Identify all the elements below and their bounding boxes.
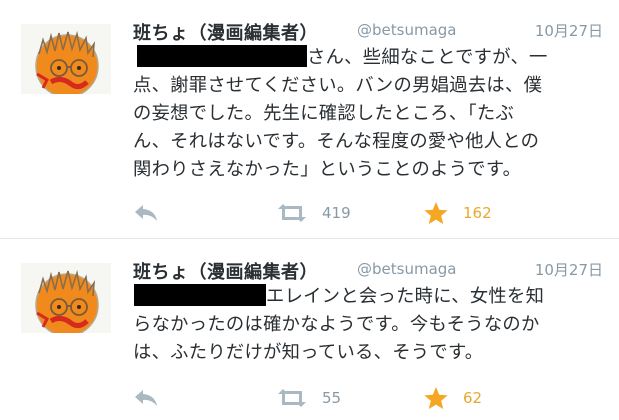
redacted-mention bbox=[137, 45, 307, 67]
tweet-text-line: らなかったのは確かなようです。今もそうなのか bbox=[133, 314, 540, 335]
tweet-header: 班ちょ（漫画編集者） @betsumaga 10月27日 bbox=[133, 255, 603, 285]
tweet-text-line: は、ふたりだけが知っている、そうです。 bbox=[133, 342, 484, 363]
favorite-count: 62 bbox=[463, 389, 483, 407]
tweet-text-line: 点、謝罪させてください。バンの男娼過去は、僕 bbox=[133, 75, 543, 96]
tweet-text-line: 関わりさえなかった」ということのようです。 bbox=[133, 159, 522, 180]
retweet-button[interactable]: 55 bbox=[276, 385, 341, 411]
reply-icon bbox=[135, 390, 157, 406]
retweet-count: 55 bbox=[322, 389, 342, 407]
tweet-text-line: ん、それはないです。そんな程度の愛や他人との bbox=[133, 131, 540, 152]
tweet-actions: 55 62 bbox=[133, 385, 533, 411]
tweet-text-segment: エレインと会った時に、女性を知 bbox=[266, 286, 545, 307]
favorite-button[interactable]: 62 bbox=[423, 385, 482, 411]
avatar[interactable] bbox=[21, 263, 111, 333]
avatar[interactable] bbox=[21, 24, 111, 94]
tweet-timeline: 班ちょ（漫画編集者） @betsumaga 10月27日 さん、些細なことですが… bbox=[0, 0, 619, 420]
star-icon bbox=[424, 202, 448, 224]
screen-name[interactable]: @betsumaga bbox=[357, 21, 456, 39]
redacted-mention bbox=[134, 284, 266, 306]
screen-name[interactable]: @betsumaga bbox=[357, 260, 456, 278]
star-icon bbox=[424, 387, 448, 409]
tweet-text-line: エレインと会った時に、女性を知 bbox=[133, 283, 605, 311]
timestamp[interactable]: 10月27日 bbox=[535, 20, 603, 41]
tweet-text-segment: さん、些細なことですが、一 bbox=[307, 47, 548, 68]
tweet-header: 班ちょ（漫画編集者） @betsumaga 10月27日 bbox=[133, 16, 603, 46]
tweet-actions: 419 162 bbox=[133, 200, 533, 226]
favorite-count: 162 bbox=[463, 204, 492, 222]
tweet-text: さん、些細なことですが、一 点、謝罪させてください。バンの男娼過去は、僕 の妄想… bbox=[133, 44, 605, 184]
tweet-text-line: さん、些細なことですが、一 bbox=[133, 44, 605, 72]
retweet-button[interactable]: 419 bbox=[276, 200, 351, 226]
retweet-count: 419 bbox=[322, 204, 351, 222]
retweet-icon bbox=[278, 204, 306, 222]
tweet-text-line: の妄想でした。先生に確認したところ、「たぶ bbox=[133, 103, 515, 124]
tweet[interactable]: 班ちょ（漫画編集者） @betsumaga 10月27日 エレインと会った時に、… bbox=[0, 239, 619, 420]
display-name[interactable]: 班ちょ（漫画編集者） bbox=[133, 258, 318, 284]
avatar-illustration bbox=[21, 263, 111, 333]
retweet-icon bbox=[278, 389, 306, 407]
reply-icon bbox=[135, 205, 157, 221]
favorite-button[interactable]: 162 bbox=[423, 200, 492, 226]
tweet-text: エレインと会った時に、女性を知 らなかったのは確かなようです。今もそうなのか は… bbox=[133, 283, 605, 367]
display-name[interactable]: 班ちょ（漫画編集者） bbox=[133, 19, 318, 45]
reply-button[interactable] bbox=[133, 200, 159, 226]
reply-button[interactable] bbox=[133, 385, 159, 411]
tweet[interactable]: 班ちょ（漫画編集者） @betsumaga 10月27日 さん、些細なことですが… bbox=[0, 0, 619, 238]
avatar-illustration bbox=[21, 24, 111, 94]
timestamp[interactable]: 10月27日 bbox=[535, 259, 603, 280]
